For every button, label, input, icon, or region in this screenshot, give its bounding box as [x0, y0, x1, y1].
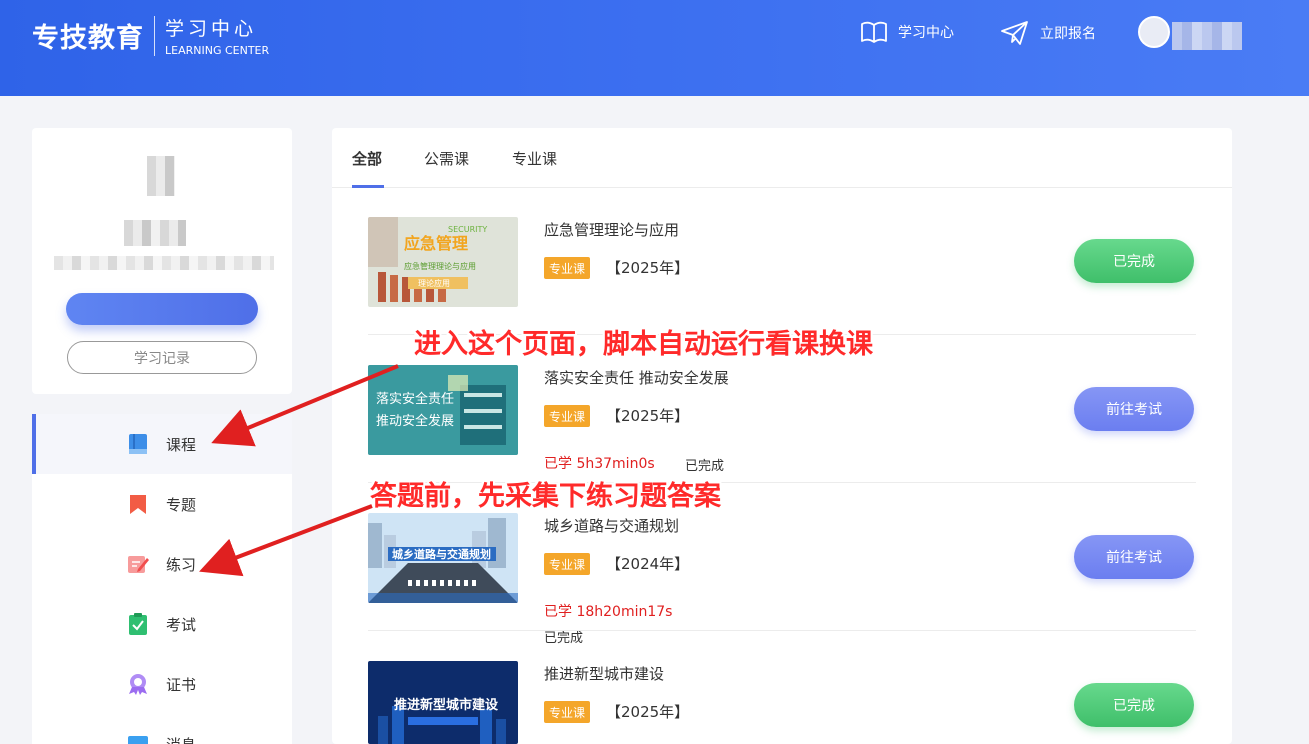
- tab-professional[interactable]: 专业课: [512, 148, 557, 169]
- top-header: 专技教育 学习中心 LEARNING CENTER 学习中心 立即报名: [0, 0, 1309, 96]
- logo-divider: [154, 15, 155, 56]
- menu-label: 专题: [166, 495, 197, 514]
- user-name-redacted: [124, 220, 186, 246]
- sidebar-item-practice[interactable]: 练习: [32, 534, 292, 594]
- course-title[interactable]: 推进新型城市建设: [544, 663, 664, 684]
- nav-enroll[interactable]: 立即报名: [1000, 20, 1096, 46]
- course-type-badge: 专业课: [544, 405, 590, 427]
- svg-text:应急管理理论与应用: 应急管理理论与应用: [404, 261, 476, 271]
- completed-button[interactable]: 已完成: [1074, 683, 1194, 727]
- svg-text:城乡道路与交通规划: 城乡道路与交通规划: [392, 547, 491, 561]
- nav-learning-center[interactable]: 学习中心: [860, 20, 954, 44]
- course-title[interactable]: 应急管理理论与应用: [544, 219, 679, 240]
- course-type-badge: 专业课: [544, 701, 590, 723]
- menu-label: 消息: [166, 734, 196, 744]
- user-avatar[interactable]: [1138, 16, 1170, 48]
- nav-label: 学习中心: [898, 25, 954, 41]
- completed-button[interactable]: 已完成: [1074, 239, 1194, 283]
- completion-status: 已完成: [685, 459, 725, 474]
- course-title[interactable]: 城乡道路与交通规划: [544, 515, 679, 536]
- course-title[interactable]: 落实安全责任 推动安全发展: [544, 367, 729, 388]
- tab-all[interactable]: 全部: [352, 148, 382, 169]
- paper-plane-icon: [1001, 21, 1028, 45]
- bookmark-icon: [130, 495, 146, 514]
- exam-clipboard-icon: [129, 613, 147, 635]
- sidebar-item-exam[interactable]: 考试: [32, 594, 292, 654]
- study-time: 已学 18h20min17s: [544, 604, 673, 620]
- menu-label: 练习: [166, 555, 197, 574]
- annotation-auto-run: 进入这个页面，脚本自动运行看课换课: [414, 329, 873, 360]
- nav-label: 立即报名: [1040, 26, 1096, 42]
- message-icon: [128, 736, 148, 744]
- sidebar-item-topic[interactable]: 专题: [32, 474, 292, 534]
- course-panel: 全部 公需课 专业课 SECURITY 应急管理 应急管理理论与应用 理论应用 …: [332, 128, 1232, 744]
- course-type-badge: 专业课: [544, 257, 590, 279]
- course-thumbnail[interactable]: SECURITY 应急管理 应急管理理论与应用 理论应用: [368, 217, 518, 307]
- course-year: 【2025年】: [606, 407, 690, 425]
- sidebar-item-course[interactable]: 课程: [32, 414, 292, 474]
- divider: [368, 630, 1196, 631]
- logo-subtitle-en: LEARNING CENTER: [165, 44, 270, 57]
- user-name-redacted[interactable]: [1172, 22, 1242, 50]
- user-info-redacted: [54, 256, 274, 270]
- course-item: 推进新型城市建设 推进新型城市建设 专业课 【2025年】 已完成: [368, 661, 1196, 744]
- active-tab-indicator: [352, 185, 384, 188]
- tab-public[interactable]: 公需课: [424, 148, 469, 169]
- course-item: 城乡道路与交通规划 城乡道路与交通规划 专业课 【2024年】 已学 18h20…: [368, 513, 1196, 661]
- svg-text:推进新型城市建设: 推进新型城市建设: [394, 697, 499, 713]
- go-to-exam-button[interactable]: 前往考试: [1074, 535, 1194, 579]
- sidebar-item-certificate[interactable]: 证书: [32, 654, 292, 714]
- course-year: 【2025年】: [606, 703, 690, 721]
- go-to-exam-button[interactable]: 前往考试: [1074, 387, 1194, 431]
- certificate-badge-icon: [129, 674, 147, 695]
- course-book-icon: [129, 434, 147, 454]
- profile-card: 学习记录: [32, 128, 292, 394]
- avatar-redacted: [147, 156, 175, 196]
- course-year: 【2025年】: [606, 259, 690, 277]
- sidebar-item-message[interactable]: 消息: [32, 714, 292, 744]
- site-logo[interactable]: 专技教育 学习中心 LEARNING CENTER: [32, 14, 269, 57]
- sidebar-menu: 课程 专题 练习 考试 证书 消息: [32, 414, 292, 744]
- svg-text:落实安全责任: 落实安全责任: [376, 391, 454, 407]
- annotation-collect-answers: 答题前，先采集下练习题答案: [370, 481, 721, 512]
- logo-title: 专技教育: [32, 23, 144, 54]
- practice-edit-icon: [128, 556, 149, 573]
- svg-text:推动安全发展: 推动安全发展: [376, 413, 454, 429]
- course-thumbnail[interactable]: 落实安全责任 推动安全发展: [368, 365, 518, 455]
- menu-label: 课程: [166, 435, 197, 454]
- course-thumbnail[interactable]: 城乡道路与交通规划: [368, 513, 518, 603]
- logo-subtitle: 学习中心: [165, 18, 258, 40]
- svg-text:SECURITY: SECURITY: [448, 225, 487, 234]
- menu-label: 考试: [166, 615, 197, 634]
- book-open-icon: [861, 21, 887, 43]
- svg-text:应急管理: 应急管理: [404, 234, 468, 253]
- study-time: 已学 5h37min0s: [544, 456, 655, 472]
- menu-label: 证书: [166, 675, 197, 694]
- svg-text:理论应用: 理论应用: [418, 278, 450, 288]
- study-record-button[interactable]: 学习记录: [67, 341, 257, 374]
- course-year: 【2024年】: [606, 555, 690, 573]
- course-type-badge: 专业课: [544, 553, 590, 575]
- course-tabs: 全部 公需课 专业课: [332, 128, 1232, 188]
- profile-action-button[interactable]: [66, 293, 258, 325]
- course-thumbnail[interactable]: 推进新型城市建设: [368, 661, 518, 744]
